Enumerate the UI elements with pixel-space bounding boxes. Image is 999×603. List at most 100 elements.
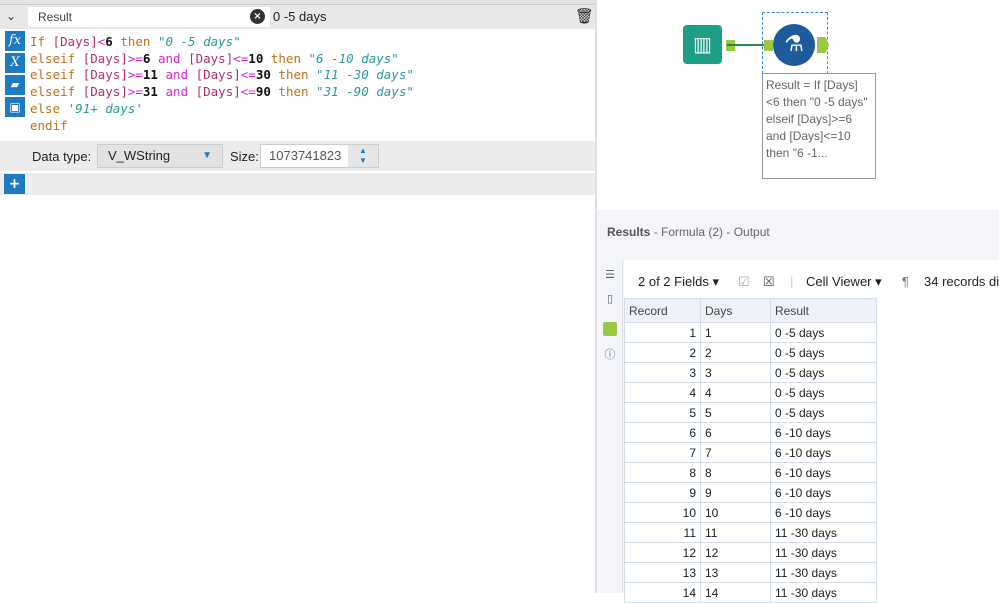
table-row[interactable]: 13 13 11 -30 days [624, 562, 877, 583]
cell-days[interactable]: 11 [700, 522, 771, 543]
list-icon[interactable]: ☰ [603, 268, 617, 282]
code-token: "31 -90 days" [316, 84, 414, 100]
cell-record[interactable]: 2 [624, 342, 701, 363]
cell-record[interactable]: 11 [624, 522, 701, 543]
code-token: 30 [255, 67, 271, 83]
cell-record[interactable]: 10 [624, 502, 701, 523]
cell-record[interactable]: 12 [624, 542, 701, 563]
cell-record[interactable]: 7 [624, 442, 701, 463]
code-token: elseif [30, 67, 83, 83]
metadata-icon[interactable]: ▯ [603, 292, 617, 306]
formula-tool-icon[interactable]: ⚗ [773, 24, 815, 66]
expression-editor[interactable]: If [Days]<6 then "0 -5 days" elseif [Days… [30, 34, 414, 134]
deselect-icon[interactable]: ☒ [763, 274, 775, 290]
cell-record[interactable]: 5 [624, 402, 701, 423]
cell-days[interactable]: 3 [700, 362, 771, 383]
cell-days[interactable]: 7 [700, 442, 771, 463]
cell-days[interactable]: 5 [700, 402, 771, 423]
tool-annotation: Result = If [Days] <6 then "0 -5 days" e… [762, 73, 876, 179]
results-panel: Results - Formula (2) - Output ☰ ▯ ⓘ 2 o… [597, 210, 999, 603]
code-line: elseif [Days]>=6 and [Days]<=10 then "6 … [30, 51, 414, 68]
add-expression-button[interactable]: + [4, 174, 25, 194]
code-token: else [30, 100, 68, 116]
table-row[interactable]: 776 -10 days [624, 442, 877, 463]
cell-result[interactable]: 0 -5 days [770, 382, 877, 403]
chevron-down-icon[interactable]: ⌄ [6, 9, 16, 23]
cell-days[interactable]: 6 [700, 422, 771, 443]
trash-icon[interactable]: 🗑 [575, 7, 594, 25]
code-line: elseif [Days]>=31 and [Days]<=90 then "3… [30, 84, 414, 101]
cell-days[interactable]: 8 [700, 462, 771, 483]
cell-result[interactable]: 6 -10 days [770, 442, 877, 463]
cell-days[interactable]: 4 [700, 382, 771, 403]
data-icon[interactable] [603, 322, 617, 336]
cell-days[interactable]: 13 [700, 562, 771, 583]
cell-days[interactable]: 9 [700, 482, 771, 503]
cell-result[interactable]: 0 -5 days [770, 402, 877, 423]
table-row[interactable]: 110 -5 days [624, 322, 877, 343]
cell-result[interactable]: 6 -10 days [770, 502, 877, 523]
cell-result[interactable]: 0 -5 days [770, 322, 877, 343]
cell-record[interactable]: 6 [624, 422, 701, 443]
table-row[interactable]: 666 -10 days [624, 422, 877, 443]
cell-result[interactable]: 6 -10 days [770, 462, 877, 483]
table-row[interactable]: 12 12 11 -30 days [624, 542, 877, 563]
table-row[interactable]: 11 11 11 -30 days [624, 522, 877, 543]
size-spinner[interactable]: ▲ ▼ [348, 145, 378, 167]
code-token: and [157, 67, 196, 83]
cell-record[interactable]: 8 [624, 462, 701, 483]
code-token: elseif [30, 50, 83, 66]
data-type-select[interactable]: V_WString ▼ [97, 144, 223, 168]
code-token: >= [127, 84, 143, 100]
cell-viewer-label: Cell Viewer [806, 274, 872, 289]
pilcrow-icon[interactable]: ¶ [902, 274, 909, 289]
cell-result[interactable]: 6 -10 days [770, 482, 877, 503]
cell-days[interactable]: 12 [700, 542, 771, 563]
table-row[interactable]: 440 -5 days [624, 382, 877, 403]
code-token: and [157, 84, 196, 100]
table-row[interactable]: 550 -5 days [624, 402, 877, 423]
variable-icon[interactable]: X [5, 53, 25, 73]
code-token: "11 -30 days" [316, 67, 414, 83]
results-toolbar: 2 of 2 Fields ▾ ☑ ☒ | Cell Viewer ▾ ¶ 34… [624, 260, 999, 298]
cell-record[interactable]: 3 [624, 362, 701, 383]
code-token: 11 [142, 67, 158, 83]
cell-result[interactable]: 11 -30 days [770, 522, 877, 543]
input-data-tool-icon[interactable]: ▥ [683, 25, 722, 64]
cell-days[interactable]: 1 [700, 322, 771, 343]
cell-result[interactable]: 0 -5 days [770, 362, 877, 383]
cell-record[interactable]: 13 [624, 562, 701, 583]
cell-result[interactable]: 11 -30 days [770, 562, 877, 583]
cell-result[interactable]: 6 -10 days [770, 422, 877, 443]
open-folder-icon[interactable]: ▰ [5, 75, 25, 95]
column-header-days[interactable]: Days [700, 298, 771, 323]
cell-days[interactable]: 10 [700, 502, 771, 523]
cell-record[interactable]: 9 [624, 482, 701, 503]
code-token: then [263, 50, 309, 66]
table-row[interactable]: 996 -10 days [624, 482, 877, 503]
table-row[interactable]: 10 10 6 -10 days [624, 502, 877, 523]
cell-viewer-dropdown[interactable]: Cell Viewer ▾ [806, 274, 882, 290]
code-token: [Days] [82, 84, 128, 100]
output-field-input[interactable]: Result [28, 7, 270, 27]
cell-record[interactable]: 1 [624, 322, 701, 343]
table-row[interactable]: 220 -5 days [624, 342, 877, 363]
table-row[interactable]: 886 -10 days [624, 462, 877, 483]
cell-result[interactable]: 11 -30 days [770, 542, 877, 563]
column-header-record[interactable]: Record [624, 298, 701, 323]
cell-result[interactable]: 0 -5 days [770, 342, 877, 363]
cell-days[interactable]: 2 [700, 342, 771, 363]
function-icon[interactable]: fx [5, 31, 25, 51]
fields-dropdown[interactable]: 2 of 2 Fields ▾ [638, 274, 719, 290]
column-header-result[interactable]: Result [770, 298, 877, 323]
code-token: [Days] [82, 50, 128, 66]
code-token: >= [127, 67, 143, 83]
code-token: then [112, 34, 158, 49]
clear-icon[interactable]: × [250, 9, 265, 24]
table-row[interactable]: 330 -5 days [624, 362, 877, 383]
help-icon[interactable]: ⓘ [603, 346, 617, 361]
save-icon[interactable]: ▣ [5, 97, 25, 117]
size-input[interactable]: 1073741823 ▲ ▼ [260, 144, 379, 168]
checkbox-icon[interactable]: ☑ [738, 274, 750, 290]
cell-record[interactable]: 4 [624, 382, 701, 403]
